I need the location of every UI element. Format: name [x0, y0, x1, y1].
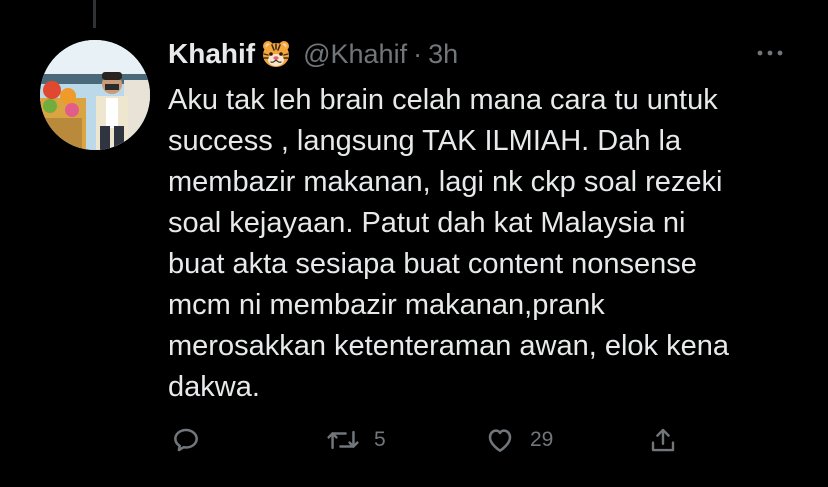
reply-icon — [174, 428, 198, 452]
tweet-actions-bar: 5 29 — [0, 420, 828, 460]
share-button[interactable] — [648, 420, 678, 460]
display-name[interactable]: Khahif — [168, 38, 255, 70]
thread-connector-line — [93, 0, 96, 28]
more-options-button[interactable] — [752, 40, 788, 66]
heart-icon — [488, 429, 512, 452]
header-separator: · — [413, 38, 423, 69]
share-icon — [651, 428, 675, 452]
more-dots-icon — [757, 50, 783, 56]
avatar-photo — [40, 40, 150, 150]
like-button[interactable]: 29 — [484, 420, 553, 460]
retweet-count: 5 — [374, 428, 386, 451]
tweet-header: Khahif @Khahif · 3h — [168, 34, 458, 74]
tweet-timestamp[interactable]: 3h — [428, 39, 458, 70]
user-handle[interactable]: @Khahif — [303, 39, 407, 70]
retweet-icon — [327, 430, 359, 450]
tiger-face-icon — [261, 39, 291, 69]
tweet-text: Aku tak leh brain celah mana cara tu unt… — [168, 84, 729, 403]
avatar[interactable] — [40, 40, 150, 150]
like-count: 29 — [530, 428, 554, 451]
retweet-button[interactable]: 5 — [326, 420, 386, 460]
reply-button[interactable] — [170, 420, 202, 460]
